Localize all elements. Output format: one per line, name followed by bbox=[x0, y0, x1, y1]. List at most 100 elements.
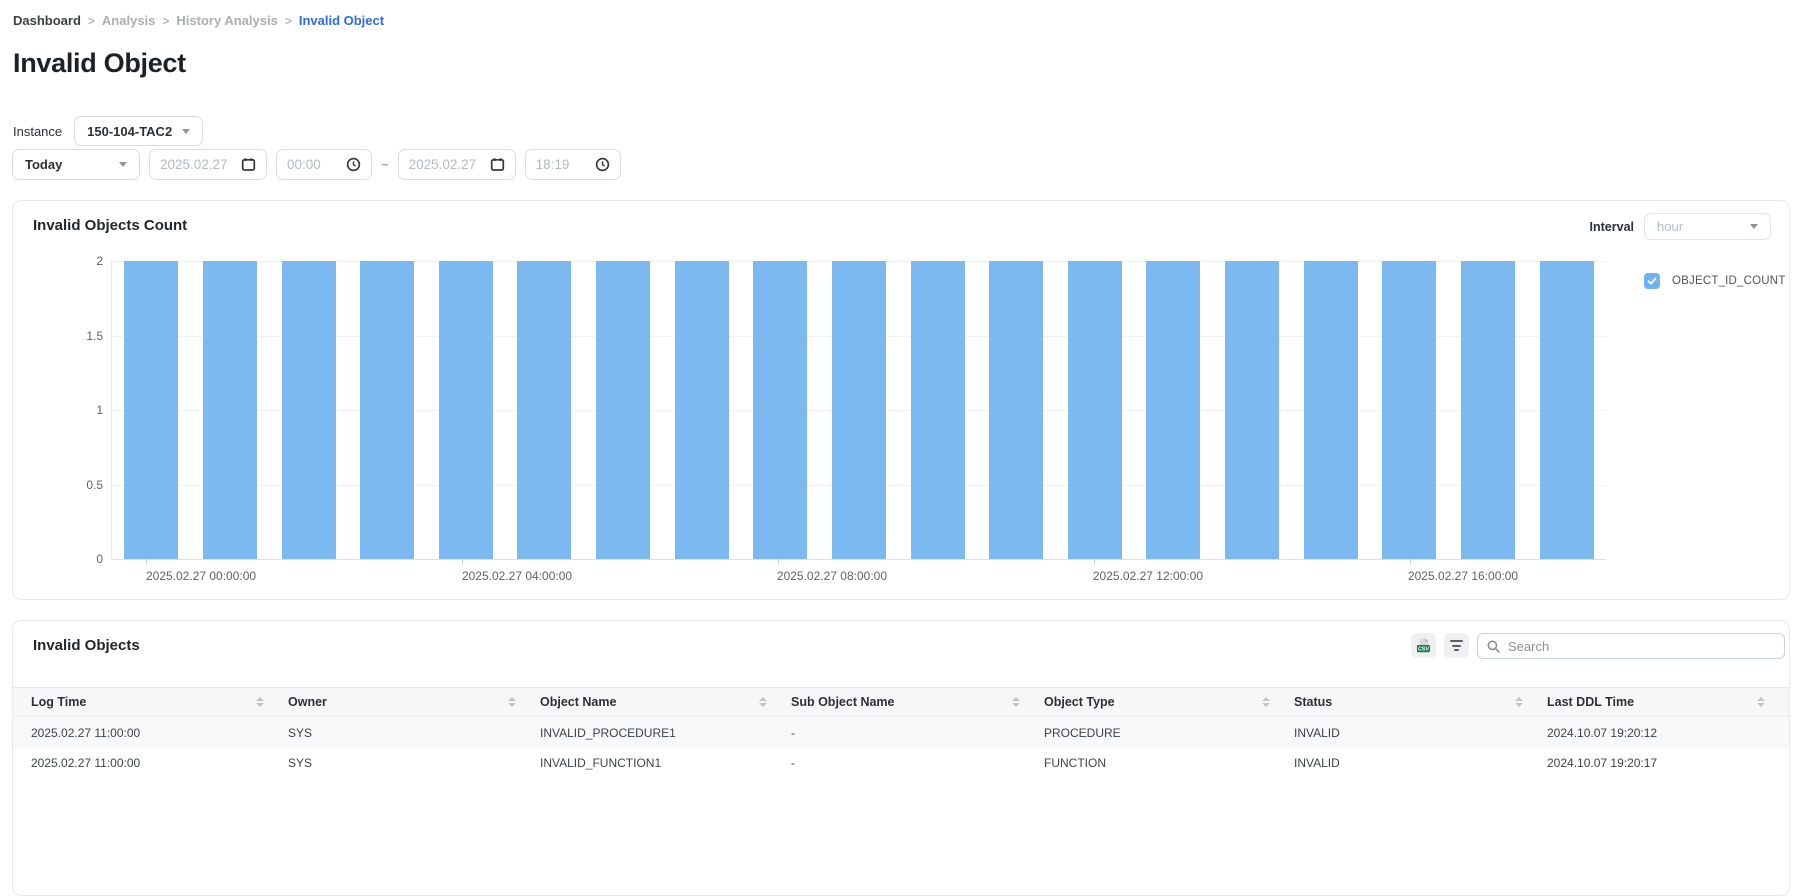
legend-item-object-id-count[interactable]: OBJECT_ID_COUNT bbox=[1644, 273, 1786, 289]
x-axis-tick-label: 2025.02.27 04:00:00 bbox=[462, 569, 572, 583]
calendar-icon[interactable] bbox=[241, 157, 256, 172]
end-time-value: 18:19 bbox=[536, 157, 570, 172]
table-cell: 2025.02.27 11:00:00 bbox=[31, 726, 288, 740]
column-header-label: Status bbox=[1294, 695, 1332, 709]
bar[interactable] bbox=[282, 261, 336, 559]
legend-checkbox[interactable] bbox=[1644, 273, 1660, 289]
breadcrumb-item-dashboard[interactable]: Dashboard bbox=[13, 13, 81, 28]
column-header-label: Object Name bbox=[540, 695, 616, 709]
search-box bbox=[1477, 633, 1785, 659]
column-header-object-name[interactable]: Object Name bbox=[540, 688, 791, 716]
end-date-input[interactable]: 2025.02.27 bbox=[398, 149, 516, 180]
table-cell: 2024.10.07 19:20:12 bbox=[1547, 726, 1789, 740]
column-header-label: Last DDL Time bbox=[1547, 695, 1634, 709]
breadcrumb-separator: > bbox=[162, 14, 169, 28]
clock-icon[interactable] bbox=[595, 157, 610, 172]
column-header-sub-object-name[interactable]: Sub Object Name bbox=[791, 688, 1044, 716]
start-time-input[interactable]: 00:00 bbox=[276, 149, 372, 180]
table-cell: PROCEDURE bbox=[1044, 726, 1294, 740]
filter-button[interactable] bbox=[1444, 633, 1469, 658]
invalid-objects-card: Invalid Objects CSV Log TimeOwnerObject … bbox=[12, 620, 1790, 896]
instance-select[interactable]: 150-104-TAC2 bbox=[74, 116, 203, 146]
interval-select[interactable]: hour bbox=[1644, 213, 1771, 240]
page-title: Invalid Object bbox=[13, 48, 186, 79]
start-date-value: 2025.02.27 bbox=[160, 157, 228, 172]
chevron-down-icon bbox=[1750, 224, 1758, 229]
sort-icon[interactable] bbox=[759, 697, 767, 707]
chart-y-axis-labels: 21.510.50 bbox=[53, 261, 103, 559]
instance-row: Instance 150-104-TAC2 bbox=[13, 116, 203, 146]
table-row[interactable]: 2025.02.27 11:00:00SYSINVALID_FUNCTION1-… bbox=[13, 748, 1789, 778]
breadcrumb-separator: > bbox=[88, 14, 95, 28]
column-header-label: Log Time bbox=[31, 695, 86, 709]
x-axis-tick-mark bbox=[146, 559, 147, 564]
x-axis-tick-mark bbox=[462, 559, 463, 564]
range-preset-value: Today bbox=[25, 157, 62, 172]
calendar-icon[interactable] bbox=[490, 157, 505, 172]
clock-icon[interactable] bbox=[346, 157, 361, 172]
csv-file-icon: CSV bbox=[1415, 637, 1432, 654]
table-cell: INVALID bbox=[1294, 756, 1547, 770]
x-axis-tick-mark bbox=[1410, 559, 1411, 564]
sort-icon[interactable] bbox=[1515, 697, 1523, 707]
chevron-down-icon bbox=[119, 162, 127, 167]
column-header-log-time[interactable]: Log Time bbox=[31, 688, 288, 716]
invalid-objects-count-card: Invalid Objects Count Interval hour 21.5… bbox=[12, 200, 1790, 600]
start-date-input[interactable]: 2025.02.27 bbox=[149, 149, 267, 180]
csv-export-button[interactable]: CSV bbox=[1411, 633, 1436, 658]
sort-icon[interactable] bbox=[1012, 697, 1020, 707]
bar[interactable] bbox=[1540, 261, 1594, 559]
end-time-input[interactable]: 18:19 bbox=[525, 149, 621, 180]
bar[interactable] bbox=[203, 261, 257, 559]
bar[interactable] bbox=[675, 261, 729, 559]
y-axis-tick-label: 0.5 bbox=[86, 478, 103, 492]
sort-icon[interactable] bbox=[1757, 697, 1765, 707]
chevron-down-icon bbox=[182, 129, 190, 134]
bar[interactable] bbox=[596, 261, 650, 559]
breadcrumb-item-analysis[interactable]: Analysis bbox=[102, 13, 155, 28]
interval-control: Interval hour bbox=[1590, 213, 1771, 240]
bar[interactable] bbox=[124, 261, 178, 559]
bar[interactable] bbox=[517, 261, 571, 559]
breadcrumb-item-invalid-object[interactable]: Invalid Object bbox=[299, 13, 384, 28]
breadcrumb: Dashboard > Analysis > History Analysis … bbox=[13, 13, 384, 28]
search-input[interactable] bbox=[1506, 638, 1775, 655]
x-axis-tick-label: 2025.02.27 00:00:00 bbox=[146, 569, 256, 583]
chart-x-axis-ticks bbox=[112, 559, 1606, 564]
search-icon bbox=[1487, 640, 1500, 653]
sort-icon[interactable] bbox=[256, 697, 264, 707]
column-header-last-ddl-time[interactable]: Last DDL Time bbox=[1547, 688, 1789, 716]
sort-icon[interactable] bbox=[508, 697, 516, 707]
bar[interactable] bbox=[911, 261, 965, 559]
column-header-object-type[interactable]: Object Type bbox=[1044, 688, 1294, 716]
bar[interactable] bbox=[753, 261, 807, 559]
bar-chart-plot-area bbox=[112, 261, 1606, 559]
start-time-value: 00:00 bbox=[287, 157, 321, 172]
sort-icon[interactable] bbox=[1262, 697, 1270, 707]
table-cell: INVALID_FUNCTION1 bbox=[540, 756, 791, 770]
table-cell: SYS bbox=[288, 726, 540, 740]
bar[interactable] bbox=[1068, 261, 1122, 559]
bar[interactable] bbox=[1382, 261, 1436, 559]
bar[interactable] bbox=[832, 261, 886, 559]
x-axis-tick-label: 2025.02.27 12:00:00 bbox=[1093, 569, 1203, 583]
x-axis-tick-label: 2025.02.27 08:00:00 bbox=[777, 569, 887, 583]
bar[interactable] bbox=[989, 261, 1043, 559]
table-header-row: Log Time OwnerObject Name Sub Object NameO… bbox=[13, 687, 1789, 717]
breadcrumb-item-history-analysis[interactable]: History Analysis bbox=[176, 13, 277, 28]
bar[interactable] bbox=[1225, 261, 1279, 559]
table-row[interactable]: 2025.02.27 11:00:00SYSINVALID_PROCEDURE1… bbox=[13, 718, 1789, 748]
y-axis-tick-label: 1 bbox=[96, 403, 103, 417]
table-cell: SYS bbox=[288, 756, 540, 770]
range-preset-select[interactable]: Today bbox=[12, 149, 140, 180]
range-separator: ~ bbox=[381, 157, 389, 172]
column-header-owner[interactable]: Owner bbox=[288, 688, 540, 716]
filter-icon bbox=[1450, 640, 1463, 651]
bar[interactable] bbox=[439, 261, 493, 559]
bar[interactable] bbox=[1146, 261, 1200, 559]
bar[interactable] bbox=[1461, 261, 1515, 559]
bar[interactable] bbox=[1304, 261, 1358, 559]
column-header-status[interactable]: Status bbox=[1294, 688, 1547, 716]
bar[interactable] bbox=[360, 261, 414, 559]
check-icon bbox=[1647, 276, 1657, 286]
